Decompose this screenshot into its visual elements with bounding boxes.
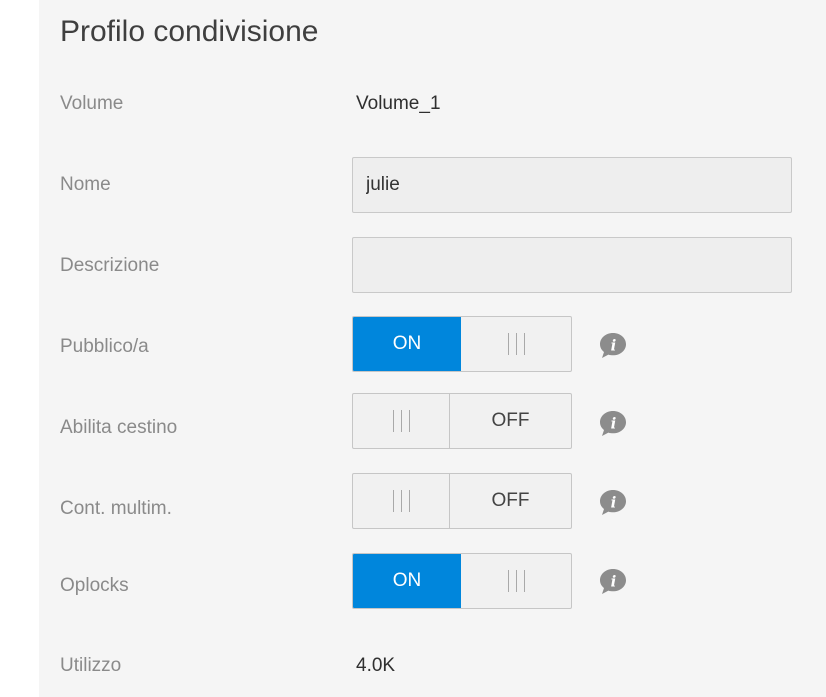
- media-label: Cont. multim.: [60, 498, 172, 519]
- name-input[interactable]: [352, 157, 792, 213]
- media-toggle[interactable]: OFF: [352, 473, 572, 529]
- oplocks-label: Oplocks: [60, 575, 129, 596]
- recycle-bin-toggle[interactable]: OFF: [352, 393, 572, 449]
- description-label: Descrizione: [60, 255, 160, 276]
- media-toggle-grip: [353, 474, 450, 528]
- usage-label: Utilizzo: [60, 655, 122, 676]
- volume-value: Volume_1: [356, 93, 441, 114]
- oplocks-info-icon[interactable]: i: [598, 567, 628, 595]
- recycle-bin-toggle-state: OFF: [491, 410, 530, 431]
- oplocks-toggle[interactable]: ON: [352, 553, 572, 609]
- page-title: Profilo condivisione: [60, 15, 319, 48]
- public-toggle[interactable]: ON: [352, 316, 572, 372]
- volume-label: Volume: [60, 93, 124, 114]
- svg-text:i: i: [611, 573, 617, 591]
- oplocks-toggle-grip: [461, 554, 571, 608]
- description-input[interactable]: [352, 237, 792, 293]
- public-toggle-state: ON: [353, 317, 461, 371]
- usage-value: 4.0K: [356, 655, 396, 676]
- public-toggle-grip: [461, 317, 571, 371]
- svg-text:i: i: [611, 415, 617, 433]
- public-info-icon[interactable]: i: [598, 331, 628, 359]
- svg-text:i: i: [611, 494, 617, 512]
- media-info-icon[interactable]: i: [598, 488, 628, 516]
- media-toggle-state: OFF: [491, 490, 530, 511]
- recycle-bin-info-icon[interactable]: i: [598, 409, 628, 437]
- recycle-bin-toggle-grip: [353, 394, 450, 448]
- name-label: Nome: [60, 174, 111, 195]
- recycle-bin-label: Abilita cestino: [60, 417, 178, 438]
- svg-text:i: i: [611, 337, 617, 355]
- oplocks-toggle-state: ON: [353, 554, 461, 608]
- public-label: Pubblico/a: [60, 336, 149, 357]
